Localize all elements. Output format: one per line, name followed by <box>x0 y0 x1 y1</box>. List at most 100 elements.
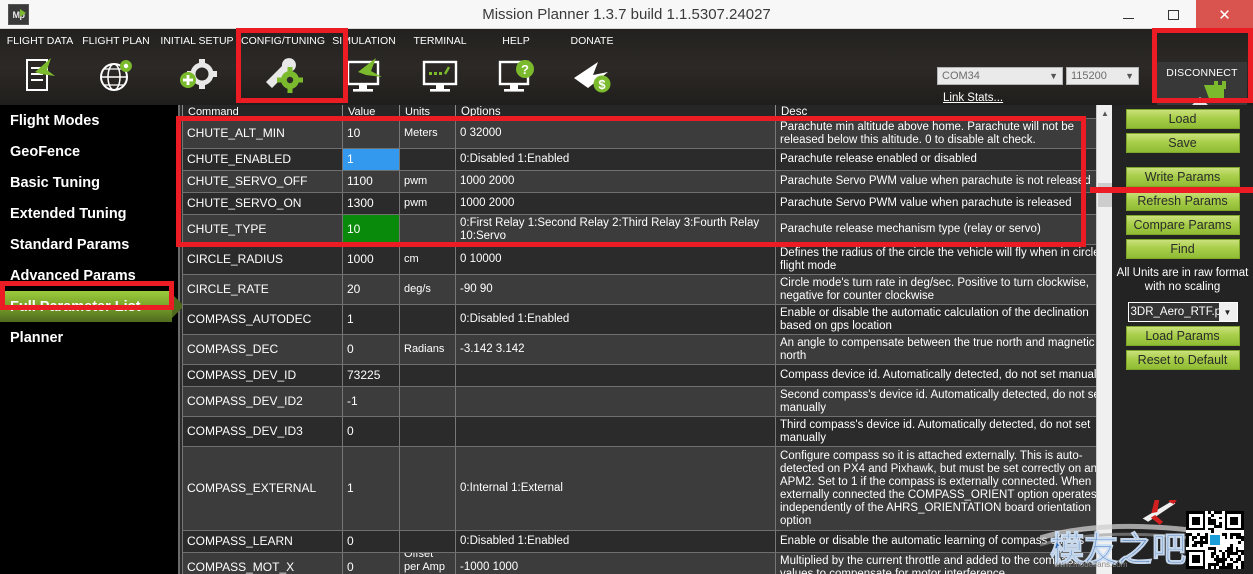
cell-desc[interactable]: Circle mode's turn rate in deg/sec. Posi… <box>775 275 1112 304</box>
cell-options[interactable]: 0:Disabled 1:Enabled <box>455 531 775 552</box>
cell-desc[interactable]: Enable or disable the automatic learning… <box>775 531 1112 552</box>
cell-value[interactable]: 0 <box>342 417 399 446</box>
maximize-button[interactable] <box>1151 0 1196 29</box>
table-row[interactable]: CHUTE_TYPE 10 0:First Relay 1:Second Relay… <box>182 215 1112 245</box>
table-row[interactable]: CHUTE_ALT_MIN 10 Meters 0 32000 Parachute mi… <box>182 119 1112 149</box>
cell-units[interactable] <box>399 531 455 552</box>
table-row[interactable]: COMPASS_DEV_ID2 -1 Second compass's device… <box>182 387 1112 417</box>
cell-command[interactable]: COMPASS_DEV_ID <box>182 365 342 386</box>
cell-value[interactable]: 20 <box>342 275 399 304</box>
cell-options[interactable]: -90 90 <box>455 275 775 304</box>
cell-units[interactable]: Radians <box>399 335 455 364</box>
cell-value[interactable]: 73225 <box>342 365 399 386</box>
cell-desc[interactable]: Parachute Servo PWM value when parachute… <box>775 193 1112 214</box>
cell-value[interactable]: 0 <box>342 531 399 552</box>
column-header-options[interactable]: Options <box>455 105 775 118</box>
cell-options[interactable]: 1000 2000 <box>455 193 775 214</box>
cell-value[interactable]: 0 <box>342 335 399 364</box>
cell-options[interactable] <box>455 387 775 416</box>
cell-units[interactable] <box>399 447 455 530</box>
toolbar-item-terminal[interactable]: TERMINAL <box>402 29 478 105</box>
cell-units[interactable]: Meters <box>399 119 455 148</box>
cell-options[interactable]: 0:Disabled 1:Enabled <box>455 149 775 170</box>
cell-units[interactable] <box>399 387 455 416</box>
cell-desc[interactable]: Compass device id. Automatically detecte… <box>775 365 1112 386</box>
reset-to-default-button[interactable]: Reset to Default <box>1125 350 1240 370</box>
minimize-button[interactable] <box>1106 0 1151 29</box>
cell-units[interactable]: deg/s <box>399 275 455 304</box>
cell-value[interactable]: 1 <box>342 149 399 170</box>
sidebar-item-standard-params[interactable]: Standard Params <box>0 229 178 260</box>
cell-command[interactable]: COMPASS_MOT_X <box>182 553 342 574</box>
cell-value[interactable]: 0 <box>342 553 399 574</box>
cell-options[interactable]: 0 10000 <box>455 245 775 274</box>
save-button[interactable]: Save <box>1125 133 1240 153</box>
cell-options[interactable]: 0:First Relay 1:Second Relay 2:Third Rel… <box>455 215 775 244</box>
com-port-select[interactable]: COM34 ▼ <box>937 67 1063 85</box>
toolbar-item-flight-plan[interactable]: FLIGHT PLAN <box>78 29 154 105</box>
table-row[interactable]: COMPASS_AUTODEC 1 0:Disabled 1:Enabled Enab… <box>182 305 1112 335</box>
sidebar-item-flight-modes[interactable]: Flight Modes <box>0 105 178 136</box>
cell-options[interactable]: 1000 2000 <box>455 171 775 192</box>
cell-command[interactable]: CHUTE_SERVO_OFF <box>182 171 342 192</box>
write-params-button[interactable]: Write Params <box>1125 167 1240 187</box>
cell-desc[interactable]: Defines the radius of the circle the veh… <box>775 245 1112 274</box>
table-row[interactable]: COMPASS_MOT_X0Offset per Amp or at-1000 … <box>182 553 1112 574</box>
link-stats-link[interactable]: Link Stats... <box>943 92 1003 104</box>
close-button[interactable]: ✕ <box>1196 0 1253 29</box>
column-header-units[interactable]: Units <box>399 105 455 118</box>
sidebar-item-planner[interactable]: Planner <box>0 322 178 353</box>
chevron-down-icon[interactable]: ▼ <box>1218 303 1237 321</box>
table-row[interactable]: COMPASS_EXTERNAL 1 0:Internal 1:External Co… <box>182 447 1112 531</box>
cell-value[interactable]: 1 <box>342 447 399 530</box>
toolbar-item-flight-data[interactable]: FLIGHT DATA <box>2 29 78 105</box>
refresh-params-button[interactable]: Refresh Params <box>1125 191 1240 211</box>
compare-params-button[interactable]: Compare Params <box>1125 215 1240 235</box>
cell-command[interactable]: COMPASS_AUTODEC <box>182 305 342 334</box>
cell-desc[interactable]: An angle to compensate between the true … <box>775 335 1112 364</box>
cell-value[interactable]: 1300 <box>342 193 399 214</box>
cell-units[interactable] <box>399 149 455 170</box>
cell-command[interactable]: CIRCLE_RATE <box>182 275 342 304</box>
cell-desc[interactable]: Parachute release enabled or disabled <box>775 149 1112 170</box>
table-row[interactable]: CHUTE_SERVO_ON 1300 pwm 1000 2000 Parachute … <box>182 193 1112 215</box>
column-header-value[interactable]: Value <box>342 105 399 118</box>
sidebar-item-advanced-params[interactable]: Advanced Params <box>0 260 178 291</box>
table-row[interactable]: CHUTE_ENABLED 1 0:Disabled 1:Enabled Parach… <box>182 149 1112 171</box>
cell-desc[interactable]: Configure compass so it is attached exte… <box>775 447 1112 530</box>
cell-units[interactable] <box>399 215 455 244</box>
cell-value[interactable]: 10 <box>342 215 399 244</box>
column-header-desc[interactable]: Desc <box>775 105 1112 118</box>
cell-desc[interactable]: Parachute release mechanism type (relay … <box>775 215 1112 244</box>
cell-options[interactable]: -1000 1000 <box>455 553 775 574</box>
sidebar-item-geofence[interactable]: GeoFence <box>0 136 178 167</box>
param-file-select[interactable]: 3DR_Aero_RTF.p ▼ <box>1127 302 1238 322</box>
cell-desc[interactable]: Multiplied by the current throttle and a… <box>775 553 1112 574</box>
cell-command[interactable]: CIRCLE_RADIUS <box>182 245 342 274</box>
load-params-button[interactable]: Load Params <box>1125 326 1240 346</box>
sidebar-item-extended-tuning[interactable]: Extended Tuning <box>0 198 178 229</box>
sidebar-item-full-parameter-list[interactable]: Full Parameter List <box>0 291 184 322</box>
cell-command[interactable]: CHUTE_ENABLED <box>182 149 342 170</box>
cell-options[interactable]: 0:Internal 1:External <box>455 447 775 530</box>
toolbar-item-help[interactable]: HELP ? <box>478 29 554 105</box>
toolbar-item-config-tuning[interactable]: CONFIG/TUNING <box>240 29 326 105</box>
cell-options[interactable]: -3.142 3.142 <box>455 335 775 364</box>
grid-scrollbar[interactable]: ▲ <box>1096 105 1112 574</box>
scrollbar-thumb[interactable] <box>1098 183 1112 207</box>
cell-command[interactable]: COMPASS_EXTERNAL <box>182 447 342 530</box>
cell-value[interactable]: 1000 <box>342 245 399 274</box>
sidebar-item-basic-tuning[interactable]: Basic Tuning <box>0 167 178 198</box>
toolbar-item-simulation[interactable]: SIMULATION <box>326 29 402 105</box>
cell-command[interactable]: COMPASS_DEC <box>182 335 342 364</box>
table-row[interactable]: COMPASS_DEV_ID 73225 Compass device id. Au… <box>182 365 1112 387</box>
cell-command[interactable]: CHUTE_TYPE <box>182 215 342 244</box>
cell-desc[interactable]: Enable or disable the automatic calculat… <box>775 305 1112 334</box>
toolbar-item-donate[interactable]: DONATE $ <box>554 29 630 105</box>
table-row[interactable]: CIRCLE_RADIUS 1000 cm 0 10000 Defines the ra… <box>182 245 1112 275</box>
cell-desc[interactable]: Third compass's device id. Automatically… <box>775 417 1112 446</box>
table-row[interactable]: COMPASS_LEARN 0 0:Disabled 1:Enabled Enable… <box>182 531 1112 553</box>
cell-command[interactable]: COMPASS_DEV_ID3 <box>182 417 342 446</box>
find-button[interactable]: Find <box>1125 239 1240 259</box>
cell-units[interactable] <box>399 305 455 334</box>
